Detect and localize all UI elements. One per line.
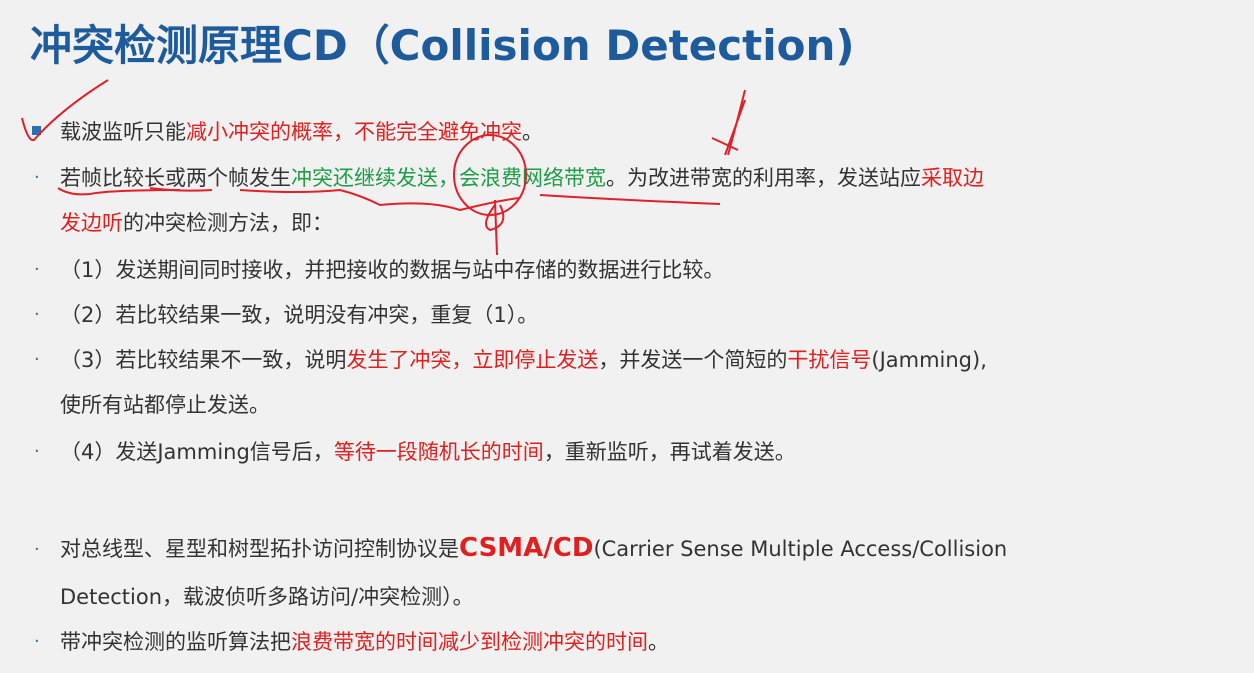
arrow-down-annotation: [711, 89, 746, 156]
step-2: （2）若比较结果一致，说明没有冲突，重复（1）。: [60, 303, 539, 327]
slide-title: 冲突检测原理CD（Collision Detection): [30, 21, 855, 70]
highlight-red: 等待一段随机长的时间: [333, 440, 544, 464]
text: 带冲突检测的监听算法把: [60, 630, 291, 654]
arrow-annotation: [485, 199, 505, 256]
paragraph-2-cont: 发边听的冲突检测方法，即：: [60, 208, 333, 238]
highlight-green: 冲突还继续发送，会浪费网络带宽: [291, 166, 606, 190]
bullet-dot-icon: ·: [34, 304, 40, 325]
step-3-cont: 使所有站都停止发送。: [60, 393, 270, 417]
underline-annotation: [239, 188, 521, 212]
bullet-dot-icon: ·: [34, 539, 40, 560]
text: 。: [522, 120, 543, 144]
csma-cd-label: CSMA/CD: [459, 533, 594, 563]
text: （4）发送Jamming信号后，: [60, 440, 334, 464]
bullet-dot-icon: ·: [34, 259, 40, 280]
text: 载波监听只能: [60, 120, 186, 144]
step-1: （1）发送期间同时接收，并把接收的数据与站中存储的数据进行比较。: [60, 258, 725, 282]
step-4: （4）发送Jamming信号后，等待一段随机长的时间，重新监听，再试着发送。: [60, 437, 796, 467]
underline-annotation: [539, 194, 721, 205]
highlight-red: 发生了冲突，立即停止发送: [346, 348, 599, 372]
text: 。: [648, 630, 669, 654]
square-bullet-icon: [32, 126, 41, 135]
handwritten-annotations: [21, 79, 746, 256]
text: 对总线型、星型和树型拓扑访问控制协议是: [60, 537, 459, 561]
text: 的冲突检测方法，即：: [123, 211, 333, 235]
paragraph-2: 若帧比较长或两个帧发生冲突还继续发送，会浪费网络带宽。为改进带宽的利用率，发送站…: [60, 163, 984, 193]
bullet-dot-icon: ·: [34, 349, 40, 370]
text: （3）若比较结果不一致，说明: [60, 348, 347, 372]
paragraph-csma: 对总线型、星型和树型拓扑访问控制协议是CSMA/CD(Carrier Sense…: [60, 533, 1007, 564]
text: (Carrier Sense Multiple Access/Collision: [593, 537, 1008, 561]
text: 若帧比较长或两个帧发生: [60, 166, 291, 190]
highlight-red: 采取边: [921, 166, 984, 190]
paragraph-1: 载波监听只能减小冲突的概率，不能完全避免冲突。: [60, 117, 543, 147]
paragraph-csma-cont: Detection，载波侦听多路访问/冲突检测）。: [60, 585, 474, 609]
bullet-dot-icon: ·: [34, 167, 40, 188]
text: 。为改进带宽的利用率，发送站应: [606, 166, 921, 190]
highlight-red: 浪费带宽的时间减少到检测冲突的时间: [291, 630, 648, 654]
paragraph-last: 带冲突检测的监听算法把浪费带宽的时间减少到检测冲突的时间。: [60, 627, 669, 657]
highlight-red: 发边听: [60, 211, 123, 235]
text: (Jamming),: [871, 348, 987, 372]
text: ，重新监听，再试着发送。: [543, 440, 796, 464]
highlight-red: 减小冲突的概率，不能完全避免冲突: [186, 120, 522, 144]
bullet-dot-icon: ·: [34, 631, 40, 652]
step-3: （3）若比较结果不一致，说明发生了冲突，立即停止发送，并发送一个简短的干扰信号(…: [60, 345, 987, 375]
highlight-red: 干扰信号: [787, 348, 872, 372]
bullet-dot-icon: ·: [34, 441, 40, 462]
text: ，并发送一个简短的: [598, 348, 788, 372]
